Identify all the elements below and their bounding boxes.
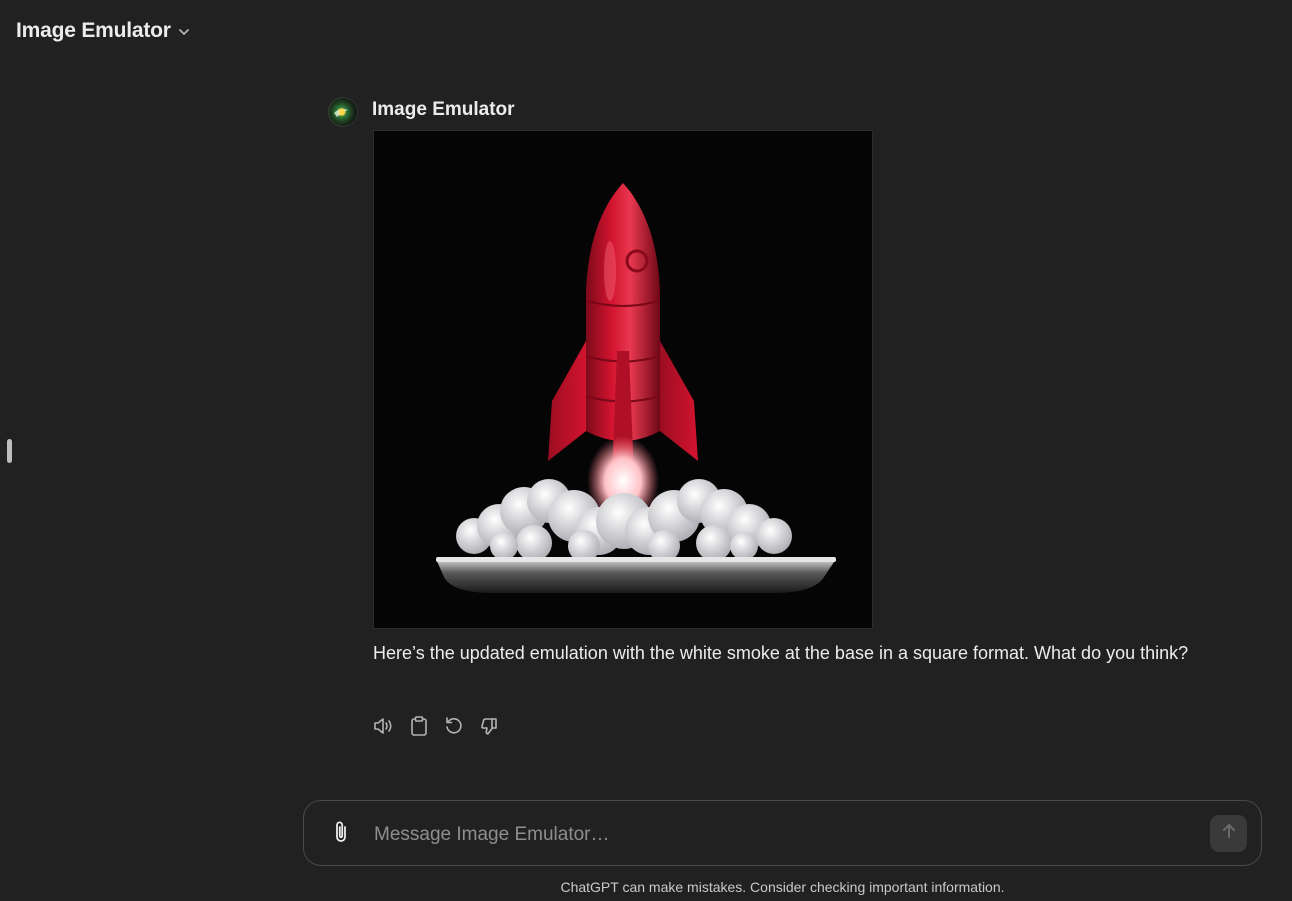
send-button[interactable] xyxy=(1210,815,1247,852)
page-title: Image Emulator xyxy=(16,19,171,42)
message-author: Image Emulator xyxy=(372,99,515,120)
message-text: Here’s the updated emulation with the wh… xyxy=(373,643,1189,663)
chat-page: Image Emulator Image Emulator Here’s the… xyxy=(0,0,1292,901)
bad-response-button[interactable] xyxy=(477,716,501,740)
avatar xyxy=(328,97,358,127)
message-input[interactable] xyxy=(372,819,1196,851)
sidebar-toggle-handle[interactable] xyxy=(7,439,12,463)
regenerate-button[interactable] xyxy=(442,716,466,740)
speaker-icon xyxy=(373,716,395,741)
generated-image[interactable] xyxy=(373,130,873,629)
message-actions xyxy=(372,715,501,741)
copy-button[interactable] xyxy=(407,715,431,741)
message-composer xyxy=(303,800,1262,866)
thumbs-down-icon xyxy=(479,716,499,741)
attach-button[interactable] xyxy=(328,821,354,847)
arrow-up-icon xyxy=(1220,822,1238,845)
paperclip-icon xyxy=(330,819,352,850)
chevron-down-icon xyxy=(177,25,191,39)
disclaimer-text: ChatGPT can make mistakes. Consider chec… xyxy=(560,879,1005,895)
read-aloud-button[interactable] xyxy=(372,716,396,740)
regenerate-icon xyxy=(444,716,464,741)
model-switcher[interactable]: Image Emulator xyxy=(8,14,199,48)
clipboard-icon xyxy=(410,715,428,741)
